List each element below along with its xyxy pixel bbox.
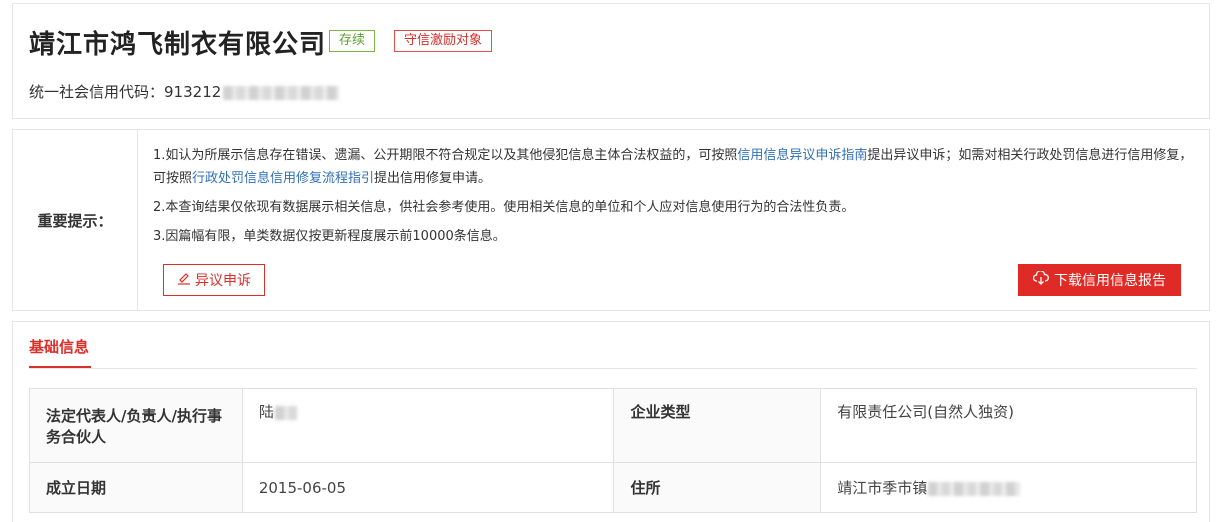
notice-line-2: 2.本查询结果仅依现有数据展示相关信息，供社会参考使用。使用相关信息的单位和个人… xyxy=(153,200,855,215)
legal-rep-value: 陆 xyxy=(241,388,615,463)
company-type-value: 有限责任公司(自然人独资) xyxy=(820,388,1197,463)
notice-text: 1.如认为所展示信息存在错误、遗漏、公开期限不符合规定以及其他侵犯信息主体合法权… xyxy=(153,144,1198,254)
company-name: 靖江市鸿飞制衣有限公司 xyxy=(29,30,327,60)
basic-info-table: 法定代表人/负责人/执行事务合伙人 陆 企业类型 有限责任公司(自然人独资) 成… xyxy=(29,388,1197,513)
notice-line-1-text-c: 提出信用修复申请。 xyxy=(374,171,492,186)
company-type-key: 企业类型 xyxy=(613,388,822,463)
tab-basic-info[interactable]: 基础信息 xyxy=(29,336,89,357)
address-redacted xyxy=(928,481,1021,496)
honor-badge: 守信激励对象 xyxy=(394,30,493,52)
download-button-label: 下载信用信息报告 xyxy=(1054,273,1166,289)
address-value: 靖江市季市镇 xyxy=(820,462,1197,513)
status-badge: 存续 xyxy=(329,30,376,52)
table-row: 法定代表人/负责人/执行事务合伙人 陆 企业类型 有限责任公司(自然人独资) xyxy=(29,388,1197,463)
credit-code-row: 统一社会信用代码：913212 xyxy=(29,81,340,102)
notice-line-3: 3.因篇幅有限，单类数据仅按更新程度展示前10000条信息。 xyxy=(153,229,506,244)
address-key: 住所 xyxy=(613,462,822,513)
notice-line-1: 1.如认为所展示信息存在错误、遗漏、公开期限不符合规定以及其他侵犯信息主体合法权… xyxy=(153,144,1198,190)
legal-rep-key: 法定代表人/负责人/执行事务合伙人 xyxy=(29,388,243,463)
cloud-download-icon xyxy=(1032,270,1049,289)
address-value-text: 靖江市季市镇 xyxy=(837,479,928,497)
objection-guide-link[interactable]: 信用信息异议申诉指南 xyxy=(737,148,867,163)
credit-code-value: 913212 xyxy=(164,83,222,101)
objection-button[interactable]: 异议申诉 xyxy=(163,264,265,296)
basic-info-card: 基础信息 法定代表人/负责人/执行事务合伙人 陆 企业类型 有限责任公司(自然人… xyxy=(12,321,1210,522)
legal-rep-redacted xyxy=(274,405,297,420)
notice-label: 重要提示： xyxy=(13,130,138,310)
legal-rep-value-text: 陆 xyxy=(258,403,274,421)
table-row: 成立日期 2015-06-05 住所 靖江市季市镇 xyxy=(29,462,1197,513)
notice-line-1-text-a: 1.如认为所展示信息存在错误、遗漏、公开期限不符合规定以及其他侵犯信息主体合法权… xyxy=(153,148,738,163)
objection-button-label: 异议申诉 xyxy=(195,273,251,289)
credit-code-redacted xyxy=(223,85,340,100)
important-notice-card: 重要提示： 1.如认为所展示信息存在错误、遗漏、公开期限不符合规定以及其他侵犯信… xyxy=(12,129,1210,311)
pen-edit-icon xyxy=(177,271,191,289)
credit-code-label: 统一社会信用代码： xyxy=(29,83,165,101)
tab-divider xyxy=(29,368,1197,369)
credit-repair-guide-link[interactable]: 行政处罚信息信用修复流程指引 xyxy=(192,171,374,186)
download-report-button[interactable]: 下载信用信息报告 xyxy=(1018,264,1181,296)
established-date-value: 2015-06-05 xyxy=(241,462,615,513)
established-date-key: 成立日期 xyxy=(29,462,243,513)
company-header-card: 靖江市鸿飞制衣有限公司 存续 守信激励对象 统一社会信用代码：913212 xyxy=(12,3,1210,119)
